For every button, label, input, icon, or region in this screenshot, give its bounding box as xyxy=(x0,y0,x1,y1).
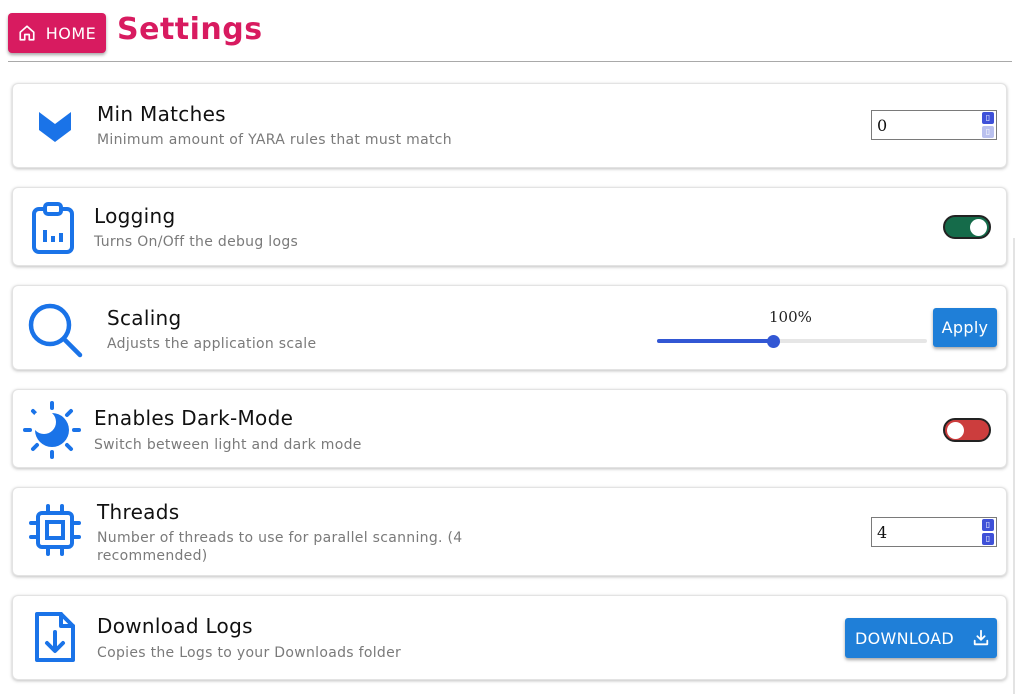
setting-card-logging: Logging Turns On/Off the debug logs xyxy=(12,187,1007,266)
threads-value: 4 xyxy=(877,523,888,542)
setting-card-dark-mode: Enables Dark-Mode Switch between light a… xyxy=(12,389,1007,468)
header-divider xyxy=(8,61,1012,62)
setting-label: Logging xyxy=(94,204,176,228)
scaling-slider-fill xyxy=(657,339,773,343)
toggle-knob xyxy=(970,219,987,236)
setting-description: Number of threads to use for parallel sc… xyxy=(97,530,463,564)
chevron-down-icon xyxy=(39,112,71,142)
scaling-value: 100% xyxy=(769,308,812,326)
setting-label: Scaling xyxy=(107,306,182,330)
download-button-label: DOWNLOAD xyxy=(855,628,955,648)
decrement-button[interactable]: ▯ xyxy=(982,533,994,545)
setting-card-threads: Threads Number of threads to use for par… xyxy=(12,487,1007,576)
toggle-knob xyxy=(947,422,964,439)
increment-button[interactable]: ▯ xyxy=(982,519,994,531)
home-icon xyxy=(19,25,35,41)
download-button[interactable]: DOWNLOAD xyxy=(845,618,997,658)
home-button-label: HOME xyxy=(45,23,97,43)
setting-card-scaling: Scaling Adjusts the application scale 10… xyxy=(12,285,1007,370)
setting-card-download-logs: Download Logs Copies the Logs to your Do… xyxy=(12,595,1007,680)
min-matches-input[interactable]: 0 ▯ ▯ xyxy=(871,110,997,140)
setting-card-min-matches: Min Matches Minimum amount of YARA rules… xyxy=(12,83,1007,168)
apply-button[interactable]: Apply xyxy=(933,308,997,347)
scaling-slider-thumb[interactable] xyxy=(767,335,780,348)
download-icon xyxy=(973,629,989,646)
file-download-icon xyxy=(35,612,75,662)
setting-description: Adjusts the application scale xyxy=(107,336,317,352)
setting-description: Switch between light and dark mode xyxy=(94,437,362,453)
increment-button[interactable]: ▯ xyxy=(982,112,994,124)
clipboard-chart-icon xyxy=(32,202,74,254)
dark-mode-toggle[interactable] xyxy=(943,418,991,442)
sun-moon-icon xyxy=(23,401,81,459)
search-icon xyxy=(28,303,83,358)
threads-input[interactable]: 4 ▯ ▯ xyxy=(871,517,997,547)
setting-label: Min Matches xyxy=(97,102,226,126)
setting-description: Turns On/Off the debug logs xyxy=(94,234,299,250)
decrement-button[interactable]: ▯ xyxy=(982,126,994,138)
setting-description: Copies the Logs to your Downloads folder xyxy=(97,645,402,661)
min-matches-value: 0 xyxy=(877,116,888,135)
cpu-icon xyxy=(29,504,81,556)
setting-label: Threads xyxy=(97,500,180,524)
setting-label: Enables Dark-Mode xyxy=(94,406,294,430)
header: HOME Settings xyxy=(0,0,1015,62)
setting-description: Minimum amount of YARA rules that must m… xyxy=(97,132,452,148)
home-button[interactable]: HOME xyxy=(8,13,106,53)
page-title: Settings xyxy=(117,12,263,47)
setting-label: Download Logs xyxy=(97,614,253,638)
logging-toggle[interactable] xyxy=(943,215,991,239)
